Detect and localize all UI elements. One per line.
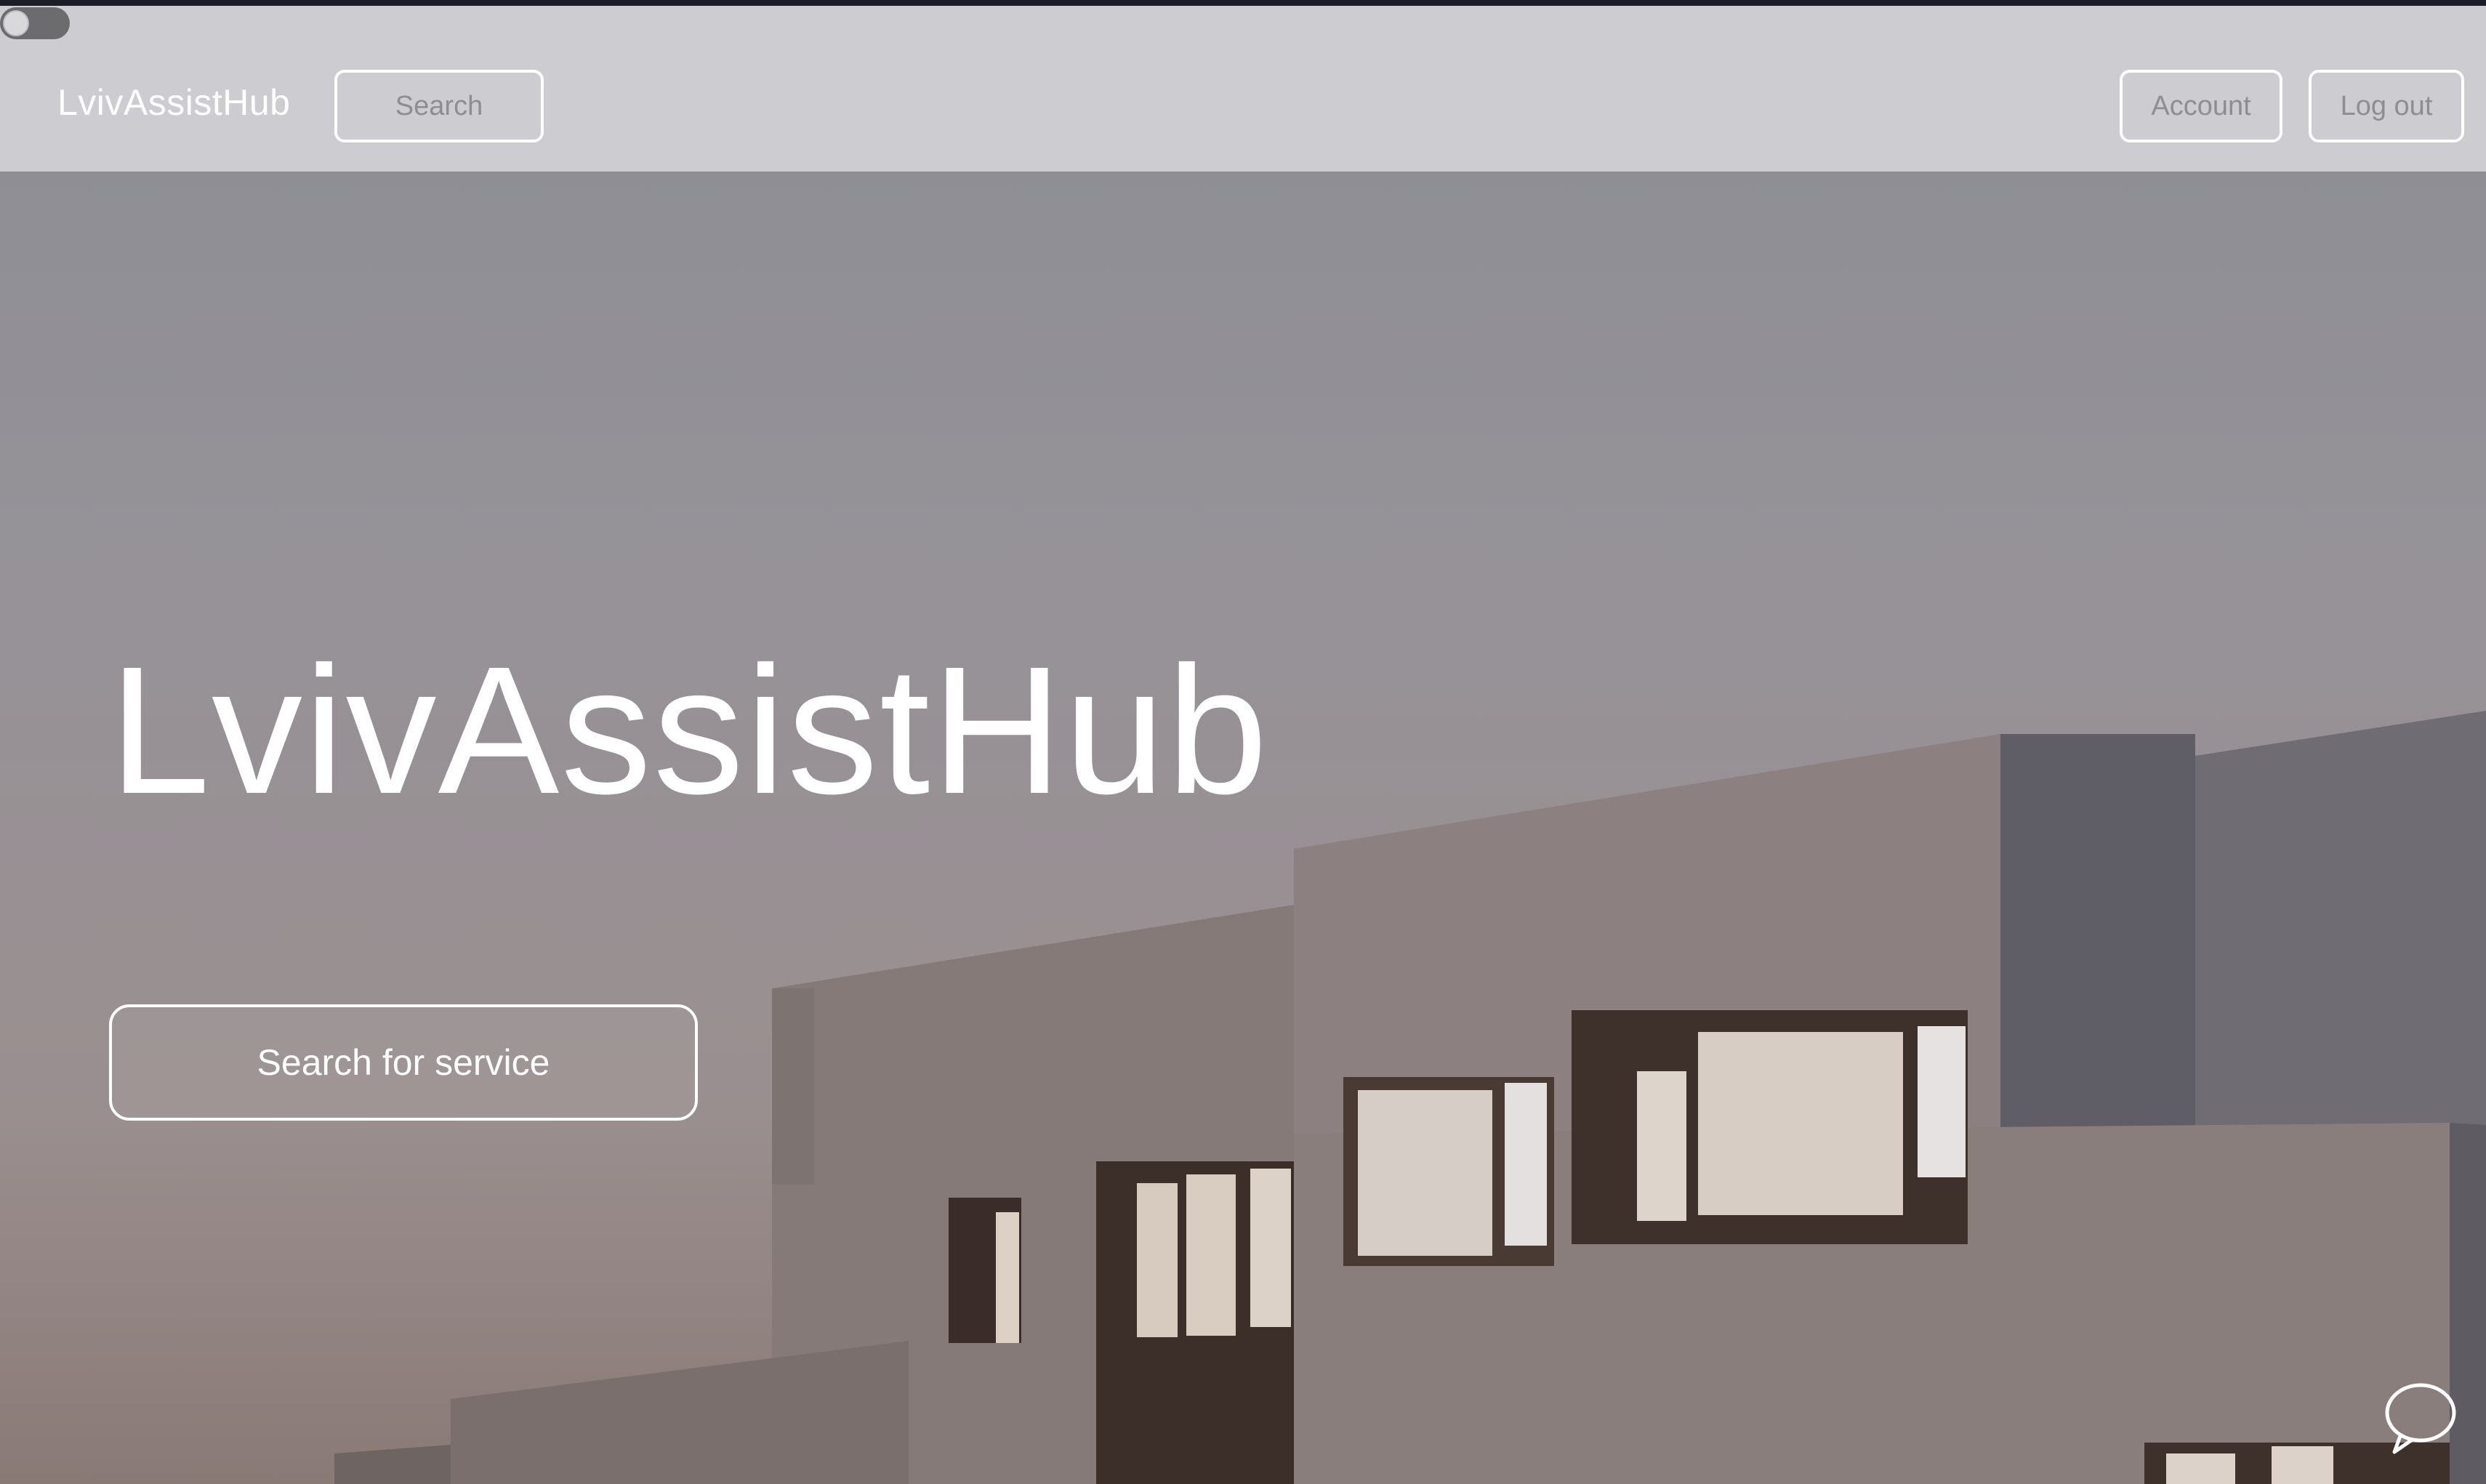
toggle-knob [3, 10, 29, 36]
search-button[interactable]: Search [334, 70, 544, 142]
brand-logo-text[interactable]: LvivAssistHub [57, 81, 291, 124]
landing-page: LvivAssistHub Search Account Log out Lvi… [0, 0, 2486, 1484]
toggle-switch-icon[interactable] [0, 7, 70, 39]
chat-bubble-icon[interactable] [2378, 1378, 2458, 1458]
hero-title: LvivAssistHub [109, 629, 1269, 831]
top-navbar: LvivAssistHub Search Account Log out [0, 6, 2486, 172]
logout-button[interactable]: Log out [2309, 70, 2464, 142]
window-top-border [0, 0, 2486, 6]
account-button[interactable]: Account [2120, 70, 2282, 142]
search-for-service-button[interactable]: Search for service [109, 1004, 698, 1121]
